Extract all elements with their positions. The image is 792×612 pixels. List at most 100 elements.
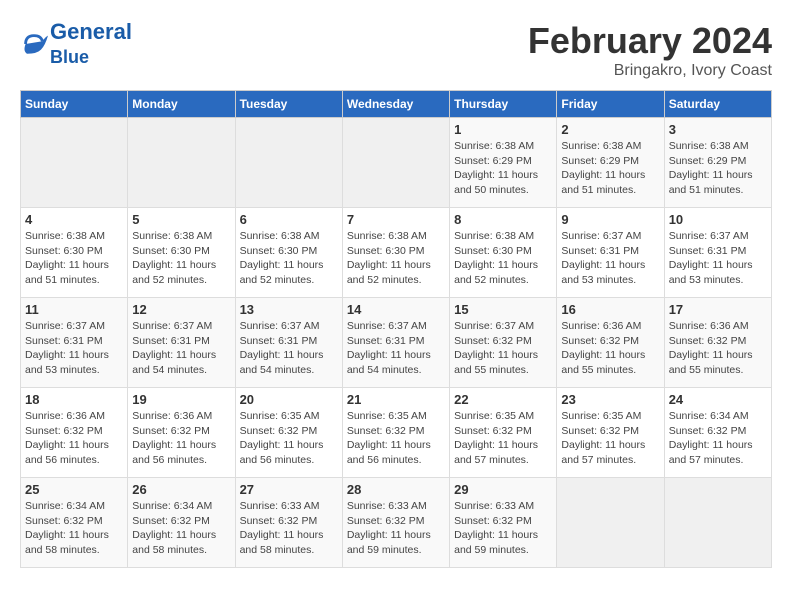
day-number: 12: [132, 302, 230, 317]
day-info: Sunrise: 6:33 AM Sunset: 6:32 PM Dayligh…: [454, 499, 552, 558]
calendar-week-5: 25 Sunrise: 6:34 AM Sunset: 6:32 PM Dayli…: [21, 478, 772, 568]
calendar-cell: 29 Sunrise: 6:33 AM Sunset: 6:32 PM Dayli…: [450, 478, 557, 568]
day-info: Sunrise: 6:36 AM Sunset: 6:32 PM Dayligh…: [132, 409, 230, 468]
day-number: 7: [347, 212, 445, 227]
day-info: Sunrise: 6:36 AM Sunset: 6:32 PM Dayligh…: [25, 409, 123, 468]
day-number: 5: [132, 212, 230, 227]
day-number: 20: [240, 392, 338, 407]
logo-text: General Blue: [50, 20, 132, 68]
day-number: 17: [669, 302, 767, 317]
calendar-cell: 24 Sunrise: 6:34 AM Sunset: 6:32 PM Dayli…: [664, 388, 771, 478]
calendar-cell: 8 Sunrise: 6:38 AM Sunset: 6:30 PM Daylig…: [450, 208, 557, 298]
logo-icon: [20, 30, 48, 58]
day-info: Sunrise: 6:35 AM Sunset: 6:32 PM Dayligh…: [347, 409, 445, 468]
calendar-cell: 16 Sunrise: 6:36 AM Sunset: 6:32 PM Dayli…: [557, 298, 664, 388]
location-subtitle: Bringakro, Ivory Coast: [528, 62, 772, 80]
day-info: Sunrise: 6:34 AM Sunset: 6:32 PM Dayligh…: [25, 499, 123, 558]
day-info: Sunrise: 6:38 AM Sunset: 6:30 PM Dayligh…: [240, 229, 338, 288]
calendar-cell: 27Sunrise: 6:33 AM Sunset: 6:32 PM Dayli…: [235, 478, 342, 568]
day-info: Sunrise: 6:36 AM Sunset: 6:32 PM Dayligh…: [561, 319, 659, 378]
day-info: Sunrise: 6:37 AM Sunset: 6:31 PM Dayligh…: [240, 319, 338, 378]
calendar-cell: [235, 118, 342, 208]
calendar-cell: 15Sunrise: 6:37 AM Sunset: 6:32 PM Dayli…: [450, 298, 557, 388]
calendar-cell: [21, 118, 128, 208]
day-number: 13: [240, 302, 338, 317]
calendar-body: 1 Sunrise: 6:38 AM Sunset: 6:29 PM Daylig…: [21, 118, 772, 568]
day-info: Sunrise: 6:38 AM Sunset: 6:29 PM Dayligh…: [561, 139, 659, 198]
day-number: 4: [25, 212, 123, 227]
day-info: Sunrise: 6:38 AM Sunset: 6:30 PM Dayligh…: [454, 229, 552, 288]
day-number: 23: [561, 392, 659, 407]
calendar-cell: 9 Sunrise: 6:37 AM Sunset: 6:31 PM Daylig…: [557, 208, 664, 298]
calendar-cell: 21 Sunrise: 6:35 AM Sunset: 6:32 PM Dayli…: [342, 388, 449, 478]
calendar-cell: 22 Sunrise: 6:35 AM Sunset: 6:32 PM Dayli…: [450, 388, 557, 478]
day-number: 2: [561, 122, 659, 137]
day-number: 11: [25, 302, 123, 317]
calendar-cell: 17 Sunrise: 6:36 AM Sunset: 6:32 PM Dayli…: [664, 298, 771, 388]
day-number: 28: [347, 482, 445, 497]
day-number: 24: [669, 392, 767, 407]
day-number: 29: [454, 482, 552, 497]
month-year: February 2024: [528, 20, 772, 62]
calendar-cell: 2 Sunrise: 6:38 AM Sunset: 6:29 PM Daylig…: [557, 118, 664, 208]
calendar-cell: [557, 478, 664, 568]
day-number: 3: [669, 122, 767, 137]
weekday-header-wednesday: Wednesday: [342, 91, 449, 118]
calendar-table: SundayMondayTuesdayWednesdayThursdayFrid…: [20, 90, 772, 568]
weekday-header-thursday: Thursday: [450, 91, 557, 118]
day-number: 21: [347, 392, 445, 407]
day-number: 22: [454, 392, 552, 407]
day-number: 16: [561, 302, 659, 317]
calendar-cell: 4 Sunrise: 6:38 AM Sunset: 6:30 PM Daylig…: [21, 208, 128, 298]
day-info: Sunrise: 6:35 AM Sunset: 6:32 PM Dayligh…: [240, 409, 338, 468]
day-info: Sunrise: 6:36 AM Sunset: 6:32 PM Dayligh…: [669, 319, 767, 378]
calendar-week-3: 11 Sunrise: 6:37 AM Sunset: 6:31 PM Dayli…: [21, 298, 772, 388]
day-info: Sunrise: 6:34 AM Sunset: 6:32 PM Dayligh…: [669, 409, 767, 468]
calendar-week-4: 18Sunrise: 6:36 AM Sunset: 6:32 PM Dayli…: [21, 388, 772, 478]
calendar-cell: 26Sunrise: 6:34 AM Sunset: 6:32 PM Dayli…: [128, 478, 235, 568]
day-number: 8: [454, 212, 552, 227]
title-block: February 2024 Bringakro, Ivory Coast: [528, 20, 772, 80]
calendar-cell: 25 Sunrise: 6:34 AM Sunset: 6:32 PM Dayli…: [21, 478, 128, 568]
day-info: Sunrise: 6:38 AM Sunset: 6:29 PM Dayligh…: [454, 139, 552, 198]
calendar-cell: [128, 118, 235, 208]
calendar-cell: 14 Sunrise: 6:37 AM Sunset: 6:31 PM Dayli…: [342, 298, 449, 388]
calendar-cell: 19 Sunrise: 6:36 AM Sunset: 6:32 PM Dayli…: [128, 388, 235, 478]
calendar-cell: 11Sunrise: 6:37 AM Sunset: 6:31 PM Dayli…: [21, 298, 128, 388]
calendar-cell: 1 Sunrise: 6:38 AM Sunset: 6:29 PM Daylig…: [450, 118, 557, 208]
day-info: Sunrise: 6:35 AM Sunset: 6:32 PM Dayligh…: [454, 409, 552, 468]
weekday-header-sunday: Sunday: [21, 91, 128, 118]
calendar-cell: 6Sunrise: 6:38 AM Sunset: 6:30 PM Daylig…: [235, 208, 342, 298]
day-info: Sunrise: 6:37 AM Sunset: 6:31 PM Dayligh…: [132, 319, 230, 378]
day-number: 10: [669, 212, 767, 227]
day-number: 9: [561, 212, 659, 227]
day-number: 14: [347, 302, 445, 317]
day-number: 19: [132, 392, 230, 407]
calendar-week-2: 4 Sunrise: 6:38 AM Sunset: 6:30 PM Daylig…: [21, 208, 772, 298]
page-header: General Blue February 2024 Bringakro, Iv…: [20, 20, 772, 80]
day-info: Sunrise: 6:37 AM Sunset: 6:31 PM Dayligh…: [669, 229, 767, 288]
calendar-cell: 23 Sunrise: 6:35 AM Sunset: 6:32 PM Dayli…: [557, 388, 664, 478]
calendar-cell: 28Sunrise: 6:33 AM Sunset: 6:32 PM Dayli…: [342, 478, 449, 568]
calendar-cell: 20 Sunrise: 6:35 AM Sunset: 6:32 PM Dayli…: [235, 388, 342, 478]
day-number: 1: [454, 122, 552, 137]
weekday-header-friday: Friday: [557, 91, 664, 118]
day-info: Sunrise: 6:37 AM Sunset: 6:31 PM Dayligh…: [561, 229, 659, 288]
weekday-header-tuesday: Tuesday: [235, 91, 342, 118]
day-info: Sunrise: 6:38 AM Sunset: 6:30 PM Dayligh…: [25, 229, 123, 288]
calendar-cell: 5 Sunrise: 6:38 AM Sunset: 6:30 PM Daylig…: [128, 208, 235, 298]
calendar-cell: 13 Sunrise: 6:37 AM Sunset: 6:31 PM Dayli…: [235, 298, 342, 388]
day-number: 26: [132, 482, 230, 497]
day-info: Sunrise: 6:38 AM Sunset: 6:30 PM Dayligh…: [132, 229, 230, 288]
day-number: 25: [25, 482, 123, 497]
weekday-header-monday: Monday: [128, 91, 235, 118]
day-info: Sunrise: 6:37 AM Sunset: 6:31 PM Dayligh…: [347, 319, 445, 378]
calendar-cell: 18Sunrise: 6:36 AM Sunset: 6:32 PM Dayli…: [21, 388, 128, 478]
day-info: Sunrise: 6:35 AM Sunset: 6:32 PM Dayligh…: [561, 409, 659, 468]
day-info: Sunrise: 6:38 AM Sunset: 6:29 PM Dayligh…: [669, 139, 767, 198]
day-info: Sunrise: 6:37 AM Sunset: 6:32 PM Dayligh…: [454, 319, 552, 378]
calendar-cell: [342, 118, 449, 208]
calendar-cell: 7Sunrise: 6:38 AM Sunset: 6:30 PM Daylig…: [342, 208, 449, 298]
weekday-header-saturday: Saturday: [664, 91, 771, 118]
calendar-cell: [664, 478, 771, 568]
